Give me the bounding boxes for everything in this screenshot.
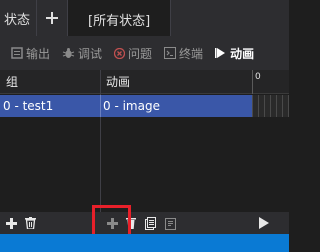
tab-problems-label: 问题: [128, 46, 153, 61]
animation-table: 组 动画 0 0 - test1 0 - image: [0, 70, 289, 212]
play-button[interactable]: [256, 212, 272, 234]
state-tab-bar: 状态 [所有状态]: [0, 0, 289, 36]
row-divider: [100, 95, 101, 117]
column-header-group: 组: [6, 75, 19, 89]
play-icon: [259, 217, 269, 229]
tab-debug[interactable]: 调试: [62, 45, 102, 62]
timeline-ruler-line: [252, 70, 253, 94]
trash-icon: [24, 217, 36, 229]
animation-icon: [215, 48, 226, 58]
tab-output-label: 输出: [26, 46, 51, 61]
delete-group-button[interactable]: [22, 212, 38, 234]
error-icon: [114, 47, 126, 59]
paste-animation-button[interactable]: [163, 212, 177, 234]
panel-tab-bar: 输出 调试 问题 终端 动画: [0, 36, 289, 70]
timeline-ruler[interactable]: 0: [252, 70, 289, 94]
tab-all-states[interactable]: [所有状态]: [68, 0, 171, 36]
paste-icon: [164, 217, 176, 230]
add-state-button[interactable]: [37, 0, 67, 36]
tab-debug-label: 调试: [78, 46, 103, 61]
timeline-track[interactable]: [252, 95, 289, 117]
tab-terminal-label: 终端: [179, 46, 204, 61]
bug-icon: [62, 48, 75, 58]
tab-terminal[interactable]: 终端: [164, 45, 203, 62]
timeline-tick-label: 0: [255, 72, 261, 82]
row-animation-cell: 0 - image: [103, 99, 160, 113]
copy-icon: [144, 216, 156, 230]
table-row[interactable]: 0 - test1 0 - image: [0, 95, 252, 117]
copy-animation-button[interactable]: [143, 212, 157, 234]
row-group-cell: 0 - test1: [3, 99, 54, 113]
terminal-icon: [164, 47, 177, 59]
tab-animation-label: 动画: [230, 46, 255, 61]
state-tab-label[interactable]: 状态: [0, 0, 36, 36]
status-bar: [0, 234, 289, 252]
tab-animation[interactable]: 动画: [215, 45, 254, 62]
add-group-button[interactable]: [3, 212, 19, 234]
table-header: 组 动画: [0, 70, 289, 94]
column-divider[interactable]: [100, 70, 101, 212]
tab-problems[interactable]: 问题: [114, 45, 152, 62]
output-icon: [11, 47, 23, 59]
tab-divider: [170, 0, 172, 36]
plus-icon: [46, 12, 59, 24]
plus-icon: [5, 217, 17, 229]
column-header-animation: 动画: [106, 75, 131, 89]
tab-output[interactable]: 输出: [11, 45, 50, 62]
bottom-toolbar: [0, 212, 289, 234]
